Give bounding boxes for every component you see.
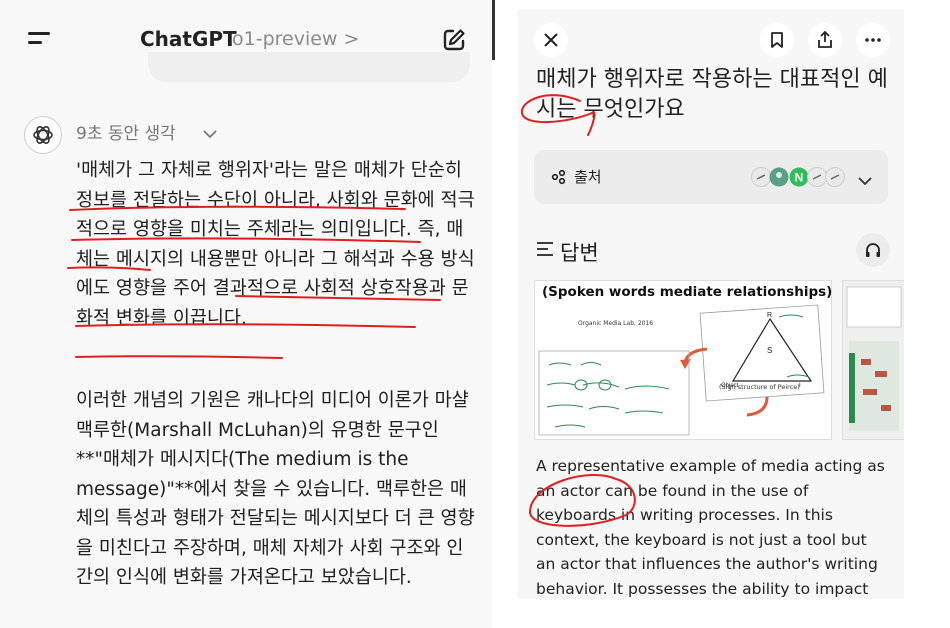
source-badge: N: [795, 171, 804, 185]
headphones-icon: [866, 243, 880, 257]
top-fade: [148, 52, 470, 82]
source-avatar-icon: [769, 167, 789, 187]
chevron-down-icon[interactable]: [858, 171, 872, 190]
link-icon: [751, 167, 771, 187]
bookmark-button[interactable]: [760, 23, 794, 57]
image-title: (Spoken words mediate relationships): [542, 284, 833, 300]
answer-text: A representative example of media acting…: [536, 457, 885, 598]
assistant-avatar-icon: [24, 116, 62, 154]
close-button[interactable]: [534, 23, 568, 57]
share-icon: [818, 31, 832, 48]
image-caption: (Sign structure of Peirce): [719, 383, 800, 391]
diagram-sketch: R Object I S: [538, 304, 825, 436]
thinking-label[interactable]: 9초 동안 생각: [76, 119, 176, 144]
sources-icon: [550, 168, 568, 190]
more-button[interactable]: [856, 23, 890, 57]
thumbnail-graphic: [846, 286, 902, 431]
more-icon: [865, 38, 881, 42]
answer-image-diagram[interactable]: R Object I S: [534, 280, 832, 440]
source-favicons: N: [751, 167, 845, 187]
share-button[interactable]: [808, 23, 842, 57]
chat-panel: ChatGPT o1-preview > 9초 동안 생각 '매체가 그 자체로…: [0, 0, 492, 628]
chevron-down-icon[interactable]: [203, 124, 217, 139]
image-subtitle: Organic Media Lab, 2016: [578, 320, 654, 327]
model-selector[interactable]: o1-preview >: [232, 28, 359, 50]
svg-text:S: S: [767, 346, 772, 355]
new-chat-icon[interactable]: [440, 26, 468, 54]
bookmark-icon: [771, 32, 783, 48]
sources-label: 출처: [574, 168, 602, 186]
listen-button[interactable]: [856, 233, 890, 267]
response-paragraph-1: '매체가 그 자체로 행위자'라는 말은 매체가 단순히 정보를 전달하는 수단…: [76, 160, 475, 329]
search-answer-panel: 매체가 행위자로 작용하는 대표적인 예시는 무엇인가요 출처 N 답변 R O…: [518, 9, 904, 599]
panel-divider: [492, 0, 495, 60]
answer-heading: 답변: [560, 241, 599, 265]
menu-icon[interactable]: [28, 31, 52, 47]
close-icon: [544, 33, 558, 47]
answer-list-icon: [536, 241, 554, 257]
question-title: 매체가 행위자로 작용하는 대표적인 예시는 무엇인가요: [536, 67, 888, 122]
response-paragraph-2: 이러한 개념의 기원은 캐나다의 미디어 이론가 마샬 맥루한(Marshall…: [76, 390, 475, 588]
link-icon: [807, 167, 827, 187]
answer-image-thumbnail[interactable]: [842, 280, 904, 440]
svg-text:R: R: [767, 312, 772, 319]
app-title: ChatGPT: [140, 27, 237, 51]
link-icon: [825, 167, 845, 187]
